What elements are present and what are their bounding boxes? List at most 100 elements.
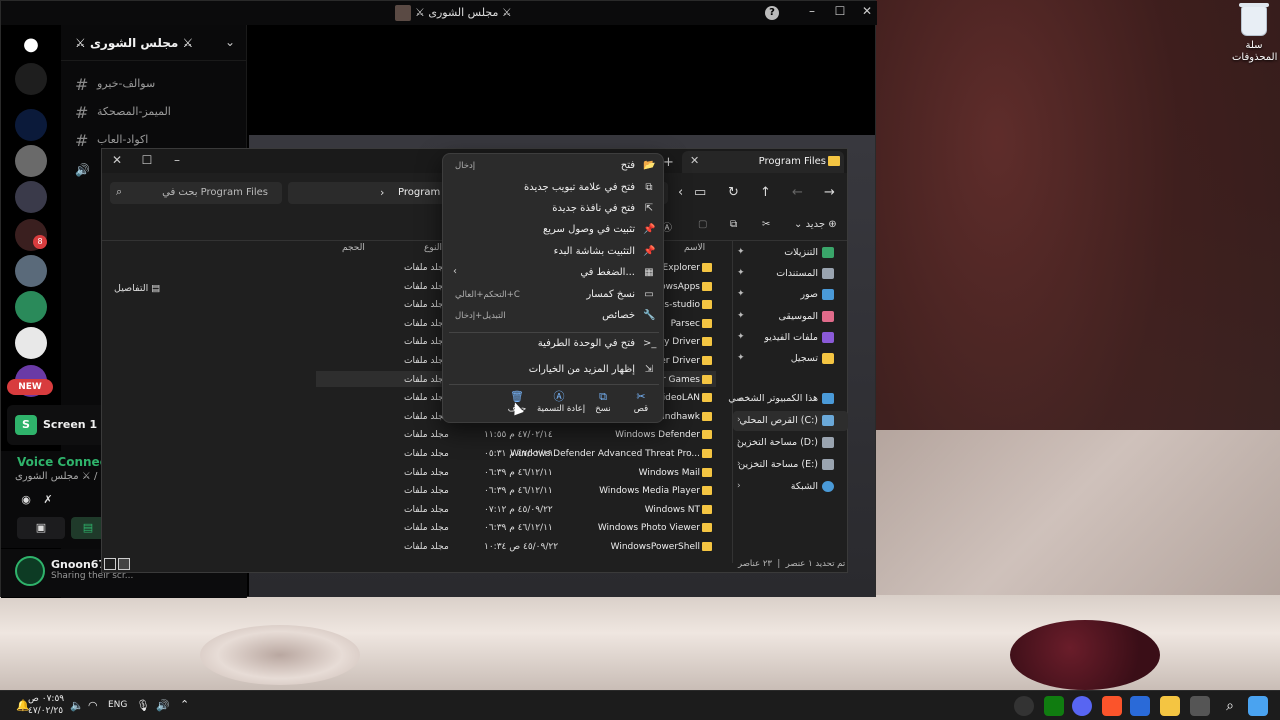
clock-date[interactable]: ٤٧/٠٢/٢٥ — [28, 706, 63, 716]
table-row[interactable]: مجلد ملفات ٤٦/١٢/١١ م ٠٦:٣٩ Windows Photo … — [312, 519, 712, 537]
close-tab-icon[interactable]: ✕ — [690, 154, 699, 167]
channel-item[interactable]: # سوالف-خيرو — [71, 73, 241, 95]
nav-item[interactable]: ✦ تسجيل — [733, 349, 848, 369]
close-button[interactable]: ✕ — [108, 153, 126, 167]
app-icon-obs[interactable] — [1014, 696, 1034, 716]
channel-label: اكواد-العاب — [97, 133, 149, 146]
server-icon-1[interactable] — [15, 145, 47, 177]
tab-program-files[interactable]: ✕ Program Files — [682, 151, 844, 173]
refresh-icon[interactable]: ↻ — [728, 185, 739, 200]
view-tiles-icon[interactable] — [118, 558, 130, 570]
details-button[interactable]: التفاصيل ▤ — [114, 283, 160, 294]
maximize-button[interactable]: ☐ — [138, 153, 156, 167]
menu-item[interactable]: ⇲ إظهار المزيد من الخيارات — [443, 360, 665, 381]
nav-item[interactable]: ✦ ملفات الفيديو — [733, 328, 848, 348]
menu-item[interactable]: 🔧 خصائص التبديل+إدخال — [443, 306, 665, 327]
search-input[interactable]: ⌕ بحث في Program Files — [110, 182, 282, 204]
context-action-button[interactable]: ✂ قص — [619, 390, 663, 420]
chevron-up-icon[interactable]: ⌃ — [180, 698, 189, 711]
store-icon[interactable] — [1130, 696, 1150, 716]
xbox-icon[interactable] — [1044, 696, 1064, 716]
noise-icon[interactable]: ◉ — [17, 489, 35, 511]
menu-item[interactable]: ▭ نسخ كمسار التحكم+العالي+C — [443, 285, 665, 306]
menu-item[interactable]: ⇱ فتح في نافذة جديدة — [443, 199, 665, 220]
volume-icon[interactable]: 🔈 — [70, 699, 84, 712]
discord-home-icon[interactable]: ● — [15, 29, 47, 61]
new-label: جديد — [805, 219, 826, 230]
copy-icon[interactable]: ⧉ — [730, 219, 737, 230]
forward-arrow-icon[interactable]: ← — [792, 185, 803, 200]
minimize-button[interactable]: – — [168, 153, 186, 167]
file-name: Windows Photo Viewer — [597, 523, 700, 534]
search-icon[interactable]: ⌕ — [1220, 696, 1240, 716]
nav-drive-c[interactable]: › القرص المحلي (C:) — [733, 411, 848, 431]
menu-item[interactable]: >_ فتح في الوحدة الطرفية — [443, 334, 665, 355]
menu-item[interactable]: 📌 تثبيت في وصول سريع — [443, 220, 665, 241]
new-button[interactable]: ⌄ جديد ⊕ — [794, 219, 837, 230]
context-action-button[interactable]: ⧉ نسخ — [581, 390, 625, 420]
status-item-count: ٢٣ عناصر — [738, 559, 772, 569]
clock-time[interactable]: ٠٧:٥٩ ص — [28, 694, 64, 704]
column-name[interactable]: الاسم — [684, 243, 705, 253]
table-row[interactable]: مجلد ملفات ٤٧/٠٢/١٩ م ٠٥:٣١ Windows Defend… — [312, 445, 712, 463]
server-icon-4[interactable] — [15, 255, 47, 287]
maximize-button[interactable]: ☐ — [831, 4, 849, 18]
view-icon[interactable]: ▭ — [694, 185, 706, 200]
avatar[interactable] — [15, 556, 45, 586]
chevron-left-icon[interactable]: ‹ — [678, 185, 683, 200]
camera-off-button[interactable]: ▣ — [17, 517, 65, 539]
close-button[interactable]: ✕ — [858, 4, 876, 18]
wifi-icon[interactable]: ◠ — [88, 699, 98, 712]
table-row[interactable]: مجلد ملفات ٤٦/١٢/١١ م ٠٦:٣٩ Windows Mail — [312, 464, 712, 482]
nav-drive-d[interactable]: › مساحة التخزين (D:) — [733, 433, 848, 453]
notifications-icon[interactable] — [15, 63, 47, 95]
nav-item[interactable]: ✦ المستندات — [733, 264, 848, 284]
column-type[interactable]: النوع — [424, 243, 442, 253]
pin-icon: ✦ — [737, 331, 745, 342]
nav-label: مساحة التخزين (D:) — [736, 437, 818, 448]
file-explorer-taskbar-icon[interactable] — [1160, 696, 1180, 716]
menu-item[interactable]: ⧉ فتح في علامة تبويب جديدة — [443, 178, 665, 199]
cut-icon[interactable]: ✂ — [762, 219, 770, 230]
microphone-icon[interactable]: 🎙 — [136, 699, 150, 712]
screen-share-button[interactable]: ▤ — [71, 517, 105, 539]
server-icon-6[interactable] — [15, 327, 47, 359]
menu-item-label: التثبيت بشاشة البدء — [553, 246, 635, 257]
menu-item[interactable]: ▦ الضغط في... ‹ — [443, 263, 665, 284]
channel-item[interactable]: # الميمز-المصحكة — [71, 101, 241, 123]
menu-item[interactable]: 📌 التثبيت بشاشة البدء — [443, 242, 665, 263]
nav-this-pc[interactable]: ⌄ هذا الكمبيوتر الشخصي — [728, 389, 848, 409]
view-details-icon[interactable] — [104, 558, 116, 570]
help-icon[interactable]: ? — [765, 6, 779, 20]
server-icon-2[interactable] — [15, 181, 47, 213]
nav-item[interactable]: ✦ الموسيقى — [733, 307, 848, 327]
nav-label: ملفات الفيديو — [764, 331, 818, 343]
context-action-button[interactable]: Ⓐ إعادة التسمية — [537, 390, 585, 420]
table-row[interactable]: مجلد ملفات ٤٥/٠٩/٢٢ ص ١٠:٣٤ WindowsPowerSh… — [312, 538, 712, 556]
nav-network[interactable]: › الشبكة — [733, 477, 848, 497]
table-row[interactable]: مجلد ملفات ٤٦/١٢/١١ م ٠٦:٣٩ Windows Media … — [312, 482, 712, 500]
guild-header[interactable]: ⚔ مجلس الشورى ⚔ ⌄ — [61, 25, 247, 61]
brave-icon[interactable] — [1102, 696, 1122, 716]
speaker-icon[interactable]: 🔊 — [156, 699, 170, 712]
start-button[interactable] — [1248, 696, 1268, 716]
paste-icon[interactable]: ▢ — [698, 219, 707, 230]
recycle-bin-shortcut[interactable]: سلة المحذوفات — [1232, 3, 1277, 64]
task-view-icon[interactable] — [1190, 696, 1210, 716]
nav-drive-e[interactable]: › مساحة التخزين (E:) — [733, 455, 848, 475]
discord-taskbar-icon[interactable] — [1072, 696, 1092, 716]
up-arrow-icon[interactable]: ↑ — [760, 185, 771, 200]
language-indicator[interactable]: ENG — [108, 700, 127, 710]
mic-off-icon[interactable]: ✗ — [39, 489, 57, 511]
table-row[interactable]: مجلد ملفات ٤٧/٠٢/١٤ م ١١:٥٥ Windows Defend… — [312, 426, 712, 444]
server-icon-5[interactable] — [15, 291, 47, 323]
new-badge[interactable]: NEW — [7, 379, 53, 395]
server-icon-moon[interactable] — [15, 109, 47, 141]
column-size[interactable]: الحجم — [342, 243, 365, 253]
nav-item[interactable]: ✦ التنزيلات — [733, 243, 848, 263]
table-row[interactable]: مجلد ملفات ٤٥/٠٩/٢٢ م ٠٧:١٢ Windows NT — [312, 501, 712, 519]
minimize-button[interactable]: – — [803, 4, 821, 18]
menu-item[interactable]: 📂 فتح إدخال — [443, 156, 665, 177]
nav-item[interactable]: ✦ صور — [733, 285, 848, 305]
back-arrow-icon[interactable]: → — [824, 185, 835, 200]
